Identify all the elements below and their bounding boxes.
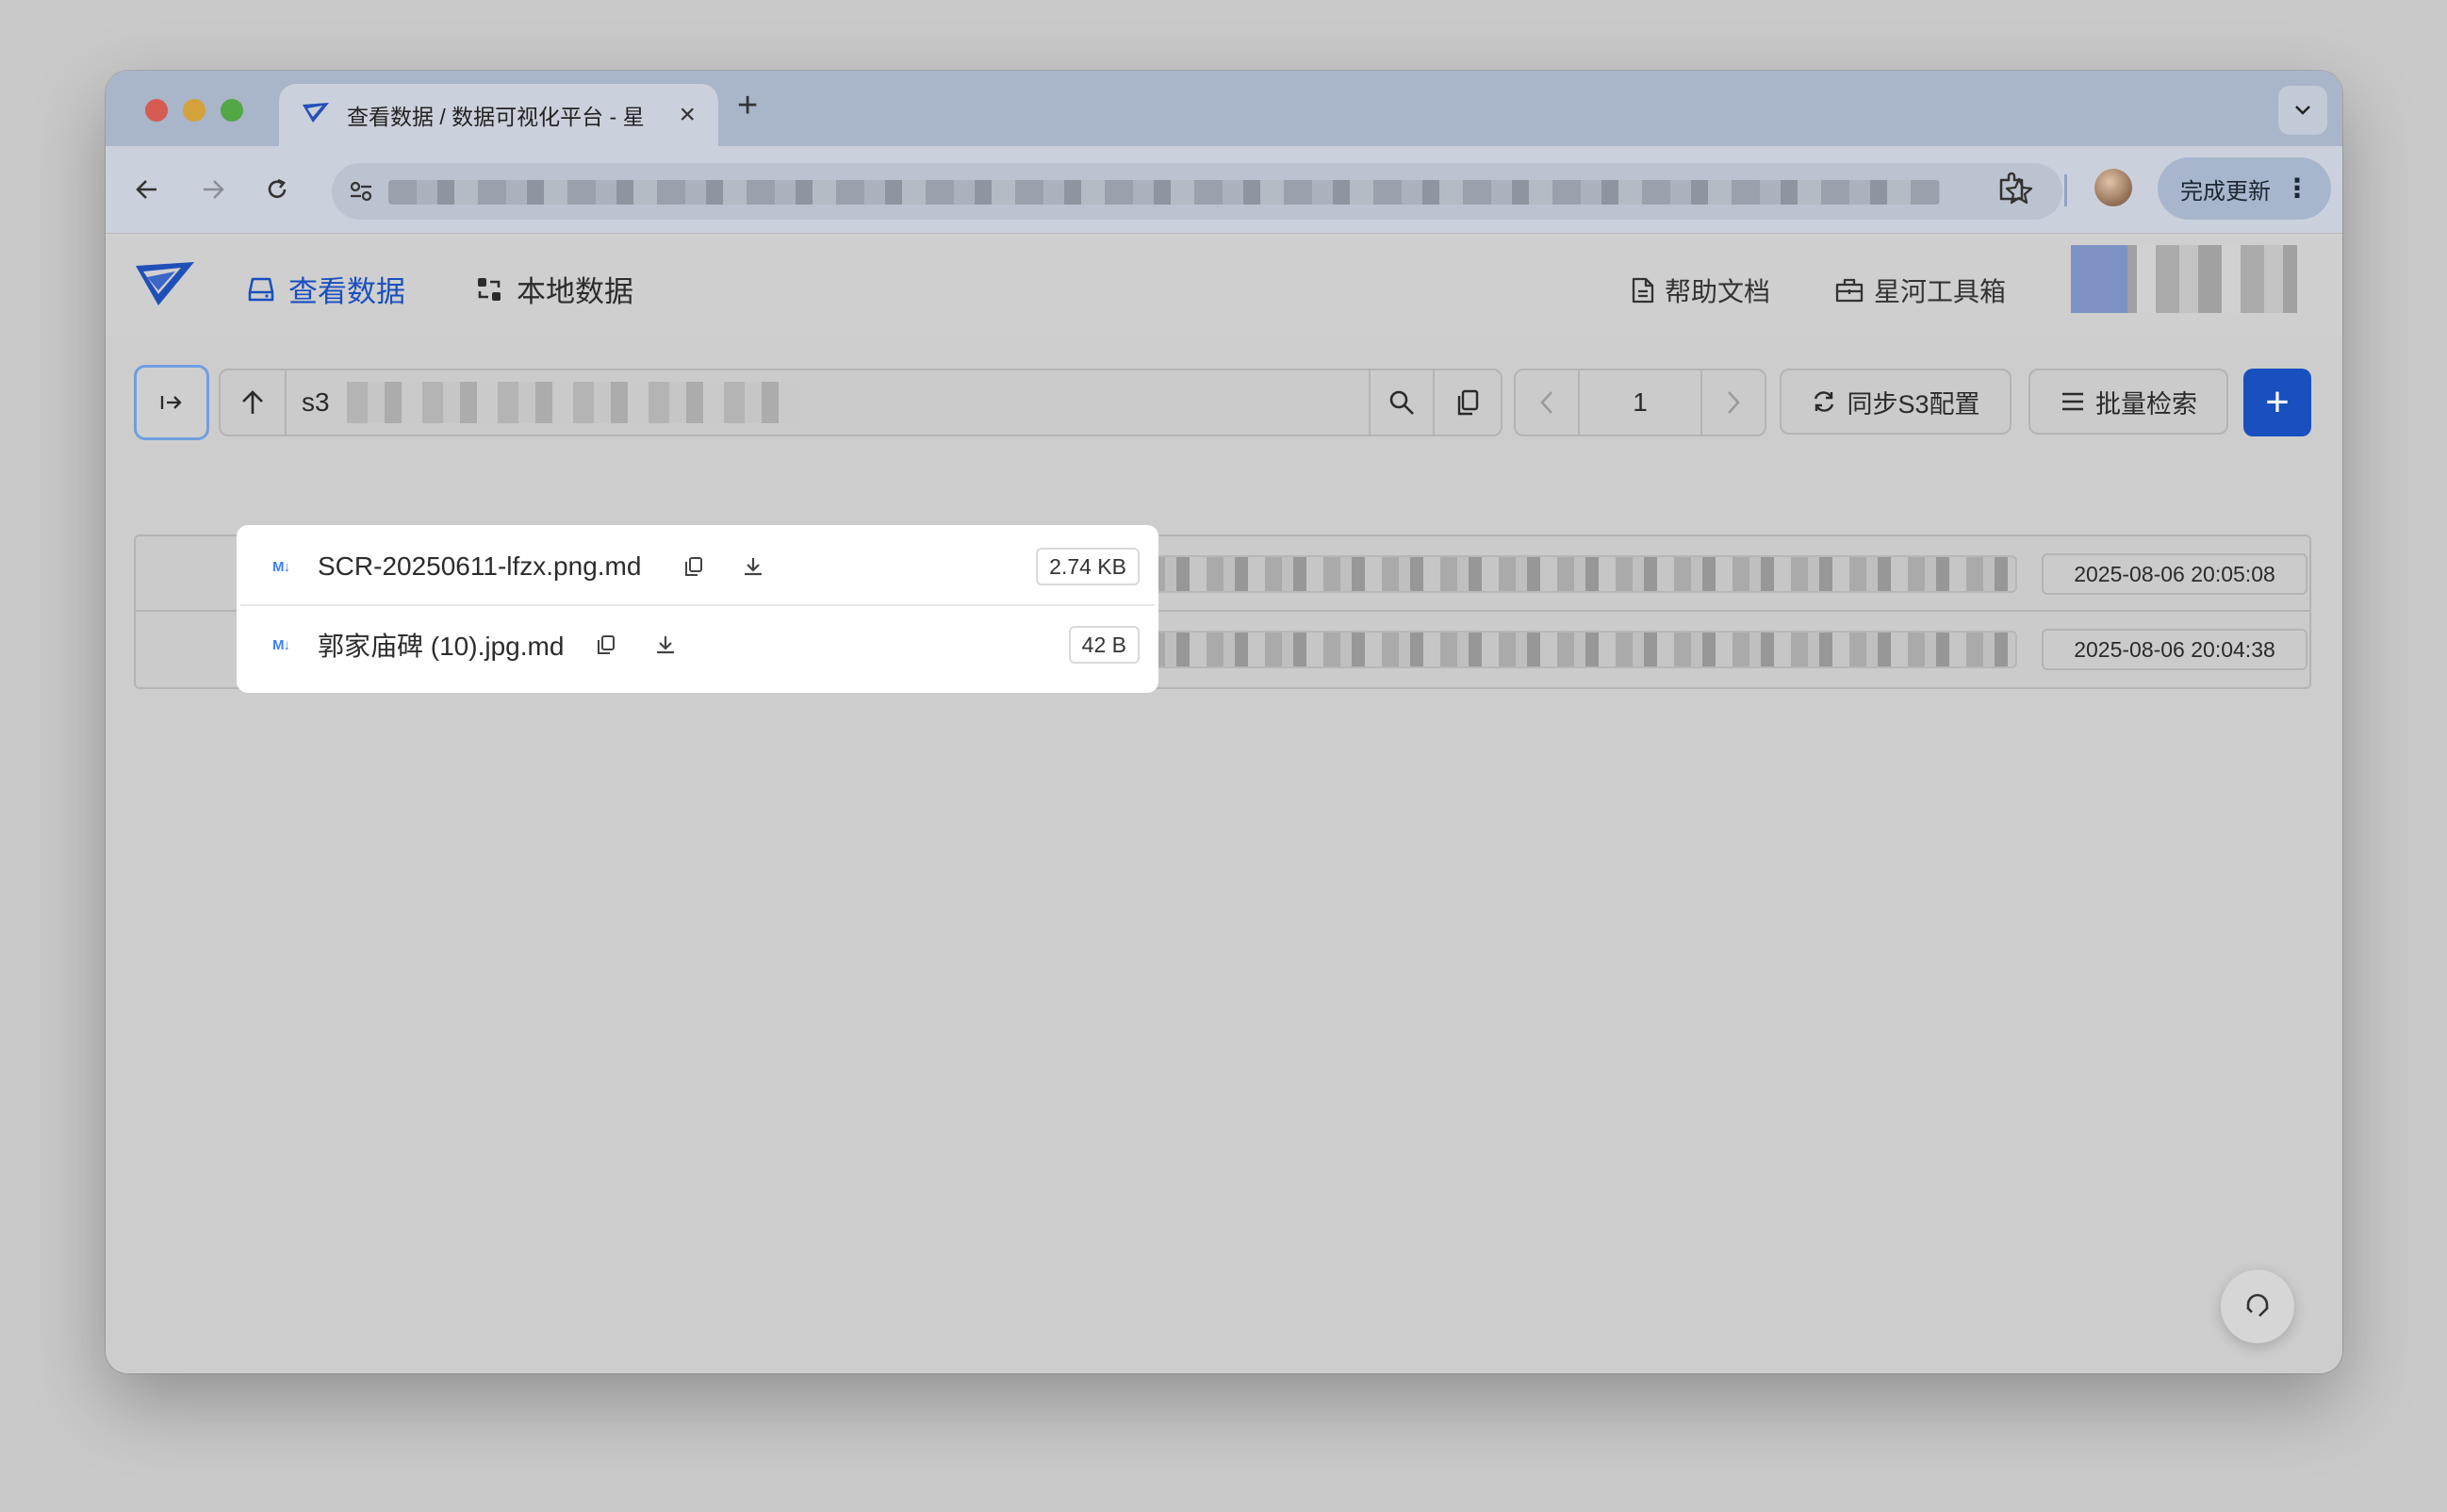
- toolbox-label: 星河工具箱: [1874, 277, 2007, 306]
- page-number[interactable]: 1: [1580, 370, 1700, 435]
- url-text-redacted: [388, 180, 1940, 205]
- file-row[interactable]: M↓ 郭家庙碑 (10).jpg.md 42 B: [240, 606, 1155, 683]
- nav-view-data[interactable]: 查看数据: [247, 268, 405, 310]
- reload-button[interactable]: [255, 167, 300, 212]
- expand-arrow-icon: [160, 396, 182, 409]
- headset-icon: [2246, 1293, 2269, 1317]
- sync-icon: [1815, 391, 1834, 412]
- markdown-icon: M↓: [272, 558, 290, 575]
- toolbar-divider: [2064, 174, 2067, 206]
- copy-icon[interactable]: [681, 553, 707, 580]
- arrow-left-icon: [136, 180, 156, 199]
- nav-local-data[interactable]: 本地数据: [475, 268, 633, 310]
- modified-date: 2025-08-06 20:05:08: [2042, 553, 2307, 595]
- file-path-redacted: [1088, 555, 2017, 593]
- tab-search-button[interactable]: [2278, 86, 2327, 135]
- file-name[interactable]: SCR-20250611-lfzx.png.md: [318, 551, 641, 582]
- plus-icon: +: [2265, 379, 2290, 425]
- search-icon: [1389, 390, 1414, 415]
- arrow-up-icon: [242, 390, 263, 414]
- next-page-button[interactable]: [1700, 370, 1765, 435]
- markdown-icon: M↓: [272, 636, 290, 653]
- minimize-window-button[interactable]: [183, 99, 205, 122]
- toolbox-icon: [1835, 278, 1864, 303]
- copy-path-button[interactable]: [1435, 370, 1501, 435]
- tab-title: 查看数据 / 数据可视化平台 - 星: [347, 105, 645, 129]
- file-name-column-highlight: M↓ SCR-20250611-lfzx.png.md 2.74 KB M↓ 郭…: [240, 529, 1155, 689]
- browser-window: 查看数据 / 数据可视化平台 - 星 × + 完成更新 ⋮ 查看数据 本地数据 …: [106, 71, 2342, 1373]
- app-header: 查看数据 本地数据 帮助文档 星河工具箱: [106, 233, 2342, 337]
- app-logo-icon[interactable]: [134, 260, 196, 314]
- path-segments-redacted: [346, 382, 799, 423]
- chevron-left-icon: [1540, 391, 1552, 414]
- profile-avatar[interactable]: [2094, 169, 2132, 206]
- reload-icon: [268, 178, 287, 198]
- tab-strip: 查看数据 / 数据可视化平台 - 星 × +: [106, 71, 2342, 146]
- zoom-window-button[interactable]: [221, 99, 243, 122]
- download-icon[interactable]: [652, 632, 679, 658]
- back-button[interactable]: [124, 167, 170, 212]
- user-menu-redacted[interactable]: [2071, 245, 2297, 313]
- prev-page-button[interactable]: [1516, 370, 1580, 435]
- path-root[interactable]: s3: [302, 387, 330, 418]
- parent-dir-button[interactable]: [221, 370, 287, 435]
- sync-s3-button[interactable]: 同步S3配置: [1780, 369, 2012, 435]
- update-label: 完成更新: [2180, 178, 2271, 205]
- path-bar: s3: [219, 369, 1503, 436]
- document-icon: [1632, 277, 1654, 304]
- address-bar[interactable]: [332, 163, 2062, 220]
- new-tab-button[interactable]: +: [737, 88, 758, 123]
- help-docs-link[interactable]: 帮助文档: [1631, 271, 1770, 309]
- modified-date: 2025-08-06 20:04:38: [2042, 629, 2307, 670]
- add-button[interactable]: +: [2243, 369, 2311, 436]
- transfer-icon: [478, 277, 501, 301]
- help-docs-label: 帮助文档: [1665, 277, 1771, 306]
- batch-search-button[interactable]: 批量检索: [2028, 369, 2228, 435]
- forward-button[interactable]: [190, 167, 236, 212]
- file-path-redacted: [1088, 631, 2017, 668]
- sync-s3-label: 同步S3配置: [1847, 389, 1980, 419]
- download-icon[interactable]: [740, 553, 766, 580]
- search-button[interactable]: [1369, 370, 1435, 435]
- file-size: 2.74 KB: [1036, 548, 1140, 585]
- nav-local-data-label: 本地数据: [517, 275, 633, 308]
- path-breadcrumb[interactable]: s3: [287, 370, 1369, 435]
- customer-support-button[interactable]: [2221, 1270, 2294, 1343]
- tab-close-icon[interactable]: ×: [679, 101, 696, 129]
- expand-sidebar-button[interactable]: [134, 365, 209, 440]
- active-tab[interactable]: 查看数据 / 数据可视化平台 - 星 ×: [279, 84, 718, 146]
- file-row[interactable]: M↓ SCR-20250611-lfzx.png.md 2.74 KB: [240, 529, 1155, 606]
- chevron-down-icon: [2295, 106, 2310, 115]
- more-menu-icon: ⋮: [2284, 173, 2310, 203]
- site-logo-icon: [302, 102, 330, 129]
- arrow-right-icon: [204, 180, 224, 199]
- extensions-icon[interactable]: [1995, 171, 2029, 209]
- chevron-right-icon: [1728, 391, 1740, 414]
- site-settings-icon[interactable]: [349, 180, 373, 207]
- update-button[interactable]: 完成更新 ⋮: [2158, 157, 2331, 220]
- menu-icon: [2062, 392, 2083, 411]
- toolbox-link[interactable]: 星河工具箱: [1834, 271, 2006, 309]
- copy-icon: [1457, 389, 1479, 416]
- file-name[interactable]: 郭家庙碑 (10).jpg.md: [318, 626, 564, 664]
- drive-icon: [248, 277, 274, 301]
- close-window-button[interactable]: [145, 99, 168, 122]
- nav-view-data-label: 查看数据: [288, 275, 405, 308]
- batch-search-label: 批量检索: [2095, 389, 2197, 419]
- pagination: 1: [1514, 369, 1766, 436]
- main-content: s3 1 同步S3配置 批量检索 + 2025-08-06 20:05:08 2…: [106, 337, 2342, 1373]
- file-size: 42 B: [1068, 626, 1140, 664]
- browser-toolbar: 完成更新 ⋮: [106, 146, 2342, 233]
- copy-icon[interactable]: [593, 632, 619, 658]
